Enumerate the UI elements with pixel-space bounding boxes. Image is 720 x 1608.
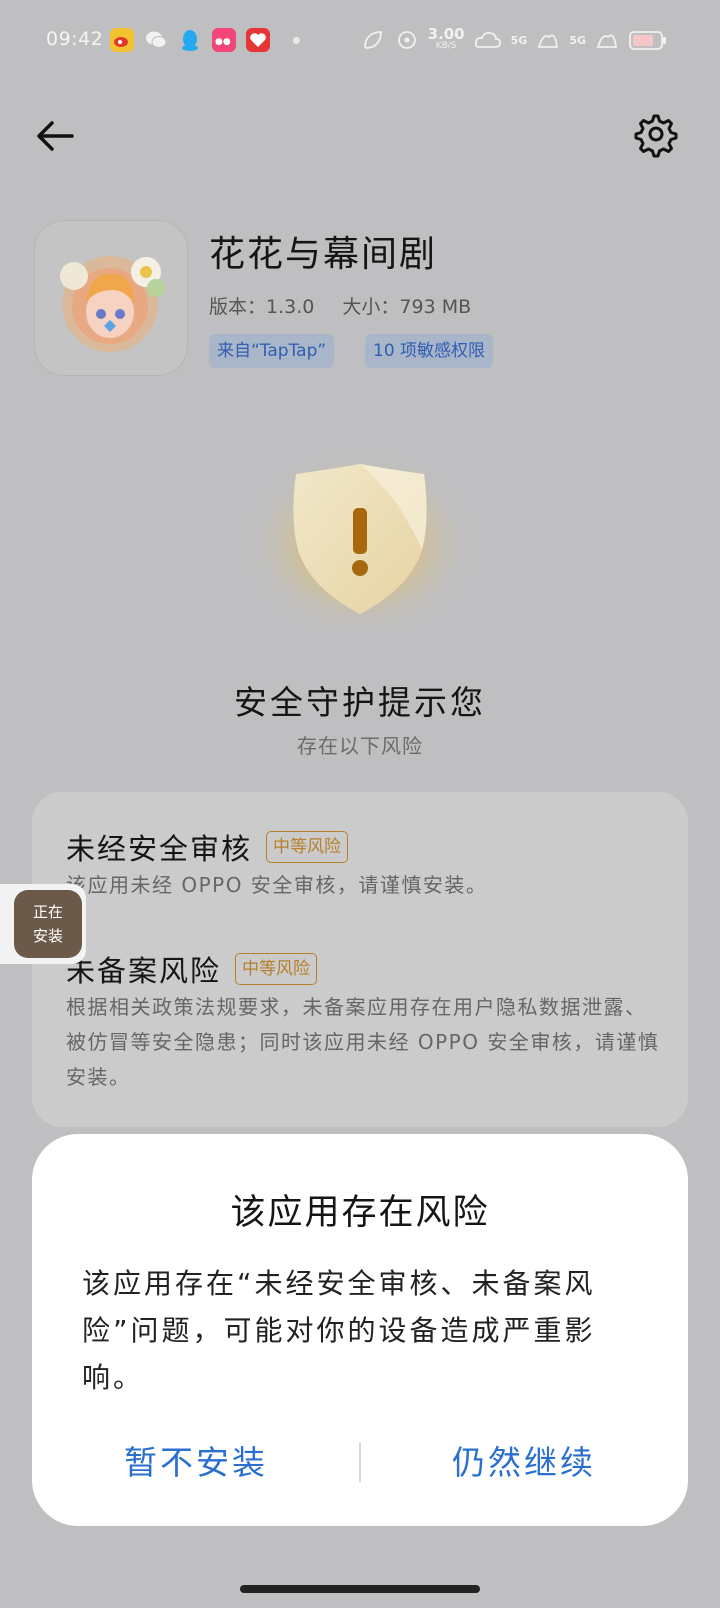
- weibo-icon: [110, 28, 134, 52]
- warning-shield: [244, 440, 476, 635]
- leaf-icon: [363, 31, 382, 49]
- signal1-label: 5G: [510, 33, 528, 47]
- more-notifications-dot: [293, 37, 300, 44]
- version-value: 1.3.0: [266, 296, 315, 318]
- app-meta: 版本：1.3.0 大小：793 MB: [209, 292, 471, 319]
- installing-line1: 正在: [32, 903, 63, 921]
- cancel-install-button[interactable]: 暂不安装: [46, 1436, 346, 1484]
- status-right-cluster: 3.00 KB/S 5G 5G: [360, 24, 668, 56]
- flower-icon: [397, 31, 416, 49]
- signal-icon: [538, 34, 559, 48]
- risk-item-1-header: 未经安全审核 中等风险: [66, 826, 349, 868]
- dialog-message: 该应用存在“未经安全审核、未备案风险”问题，可能对你的设备造成严重影响。: [82, 1267, 596, 1394]
- signal-icon: [596, 34, 618, 48]
- dialog-title: 该应用存在风险: [230, 1193, 490, 1233]
- status-time: 09:42: [46, 28, 104, 50]
- button-divider: [359, 1442, 361, 1482]
- qq-icon: [178, 28, 202, 52]
- version-label: 版本：: [209, 296, 267, 318]
- risk-description: 根据相关政策法规要求，未备案应用存在用户隐私数据泄露、被仿冒等安全隐患；同时该应…: [66, 995, 660, 1089]
- installing-line2: 安装: [32, 927, 63, 945]
- net-speed-unit: KB/S: [435, 41, 457, 51]
- risk-level-badge: 中等风险: [266, 831, 349, 863]
- size-value: 793 MB: [399, 296, 472, 318]
- signal2-label: 5G: [569, 33, 586, 47]
- risk-description: 该应用未经 OPPO 安全审核，请谨慎安装。: [66, 873, 488, 897]
- risk-title: 未备案风险: [66, 954, 222, 988]
- source-tag[interactable]: 来自“TapTap”: [209, 334, 335, 368]
- risk-title: 未经安全审核: [66, 832, 253, 866]
- settings-button[interactable]: [632, 110, 680, 158]
- cloud-icon: [474, 31, 501, 48]
- app-icon: [34, 220, 188, 376]
- shield-subtitle: 存在以下风险: [297, 734, 423, 758]
- lofter-icon: ●●: [212, 28, 236, 52]
- shield-title: 安全守护提示您: [234, 683, 486, 722]
- back-button[interactable]: [34, 114, 78, 158]
- battery-icon: [629, 31, 666, 50]
- app-avatar-illustration: [60, 256, 165, 352]
- home-indicator[interactable]: [240, 1585, 480, 1593]
- wechat-icon: [144, 28, 168, 52]
- shield-warning-icon: [244, 445, 476, 635]
- gear-icon: [634, 114, 678, 158]
- net-speed: 3.00 KB/S: [427, 25, 465, 52]
- net-speed-value: 3.00: [427, 25, 465, 43]
- svg-text:●●: ●●: [215, 37, 231, 47]
- size-label: 大小：: [342, 296, 400, 318]
- app-name: 花花与幕间剧: [209, 234, 438, 275]
- permissions-tag[interactable]: 10 项敏感权限: [365, 334, 494, 368]
- installing-indicator[interactable]: 正在 安装: [14, 890, 82, 958]
- risk-level-badge: 中等风险: [235, 953, 318, 985]
- continue-button[interactable]: 仍然继续: [374, 1436, 674, 1484]
- red-app-icon: [246, 28, 270, 52]
- arrow-left-icon: [37, 121, 74, 151]
- risk-item-2-header: 未备案风险 中等风险: [66, 948, 318, 990]
